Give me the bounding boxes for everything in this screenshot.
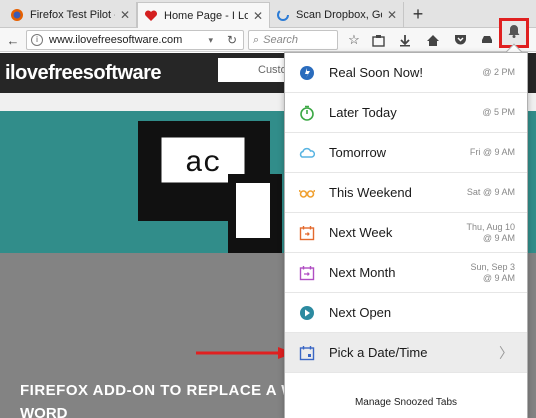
option-label: Tomorrow: [329, 145, 387, 160]
option-time: Sun, Sep 3 @ 9 AM: [470, 262, 515, 284]
calendar-next-month-icon: [299, 265, 315, 281]
option-label: Next Open: [329, 305, 392, 320]
time-line: Sat @ 9 AM: [466, 187, 515, 197]
calendar-pick-icon: [299, 345, 315, 361]
close-tab-icon[interactable]: ✕: [253, 9, 263, 23]
snooze-option-tomorrow[interactable]: Tomorrow Fri @ 9 AM: [285, 133, 527, 173]
article-title-line-2[interactable]: WORD: [20, 405, 68, 418]
tab-title: Scan Dropbox, Googl: [296, 9, 382, 21]
hero-letters: ac: [185, 147, 221, 181]
annotation-arrow: [196, 347, 294, 359]
option-time: @ 5 PM: [482, 107, 515, 118]
search-input[interactable]: ⌕ Search: [248, 30, 338, 50]
close-tab-icon[interactable]: ✕: [120, 8, 130, 22]
time-line: Fri @ 9 AM: [469, 147, 515, 157]
spinner-icon: [276, 8, 290, 22]
option-label: Pick a Date/Time: [329, 345, 428, 360]
time-line: @ 9 AM: [482, 272, 515, 283]
firefox-icon: [10, 8, 24, 22]
logo-part: free: [48, 62, 83, 84]
tab-firefox-test-pilot[interactable]: Firefox Test Pilot - Sn ✕: [4, 2, 137, 28]
site-logo[interactable]: ilovefreesoftware: [5, 62, 162, 85]
calendar-next-week-icon: [299, 225, 315, 241]
option-label: Later Today: [329, 105, 397, 120]
snooze-option-next-month[interactable]: Next Month Sun, Sep 3 @ 9 AM: [285, 253, 527, 293]
snooze-menu-panel: Real Soon Now! @ 2 PM Later Today @ 5 PM…: [284, 52, 528, 418]
clock-lightning-icon: [299, 65, 315, 81]
option-label: Real Soon Now!: [329, 65, 423, 80]
snooze-option-next-open[interactable]: Next Open: [285, 293, 527, 333]
snooze-bell-icon: [506, 23, 522, 44]
time-line: Thu, Aug 10: [466, 221, 515, 232]
option-time: @ 2 PM: [482, 67, 515, 78]
car-icon[interactable]: [478, 31, 496, 49]
sunglasses-icon: [298, 185, 316, 201]
next-open-icon: [299, 305, 315, 321]
reading-list-icon[interactable]: [369, 31, 387, 49]
option-label: Next Week: [329, 225, 393, 240]
dropdown-icon[interactable]: ▾: [208, 35, 213, 46]
back-arrow-icon[interactable]: ←: [4, 31, 22, 49]
option-time: Fri @ 9 AM: [470, 147, 515, 158]
search-placeholder: Search: [263, 34, 299, 46]
snooze-option-real-soon-now[interactable]: Real Soon Now! @ 2 PM: [285, 53, 527, 93]
option-label: This Weekend: [329, 185, 412, 200]
close-tab-icon[interactable]: ✕: [387, 8, 397, 22]
tab-home-page[interactable]: Home Page - I Love F ✕: [137, 2, 270, 28]
url-bar[interactable]: i www.ilovefreesoftware.com ▾ ↻: [26, 30, 244, 50]
stopwatch-icon: [299, 105, 315, 121]
time-line: Sun, Sep 3: [470, 261, 515, 272]
home-icon[interactable]: [424, 31, 442, 49]
tab-scan-dropbox[interactable]: Scan Dropbox, Googl ✕: [270, 2, 404, 28]
logo-part: ilove: [5, 62, 49, 84]
download-icon[interactable]: [396, 31, 414, 49]
bookmark-star-icon[interactable]: ☆: [345, 31, 363, 49]
manage-snoozed-tabs-link[interactable]: Manage Snoozed Tabs: [285, 386, 527, 418]
info-icon[interactable]: i: [31, 34, 43, 46]
heart-icon: [144, 9, 158, 23]
tab-title: Home Page - I Love F: [164, 9, 248, 22]
snooze-option-next-week[interactable]: Next Week Thu, Aug 10 @ 9 AM: [285, 213, 527, 253]
pocket-icon[interactable]: [451, 31, 469, 49]
navigation-bar: ← i www.ilovefreesoftware.com ▾ ↻ ⌕ Sear…: [0, 28, 536, 52]
new-tab-button[interactable]: +: [407, 3, 429, 25]
option-time: Thu, Aug 10 @ 9 AM: [466, 222, 515, 244]
time-line: @ 5 PM: [482, 107, 515, 117]
time-line: @ 9 AM: [482, 232, 515, 243]
reload-icon[interactable]: ↻: [227, 33, 237, 47]
time-line: @ 2 PM: [482, 67, 515, 77]
tab-title: Firefox Test Pilot - Sn: [30, 9, 115, 21]
cloud-sun-icon: [299, 145, 316, 161]
chevron-right-icon: 〉: [499, 344, 513, 361]
search-icon: ⌕: [253, 33, 260, 46]
url-text: www.ilovefreesoftware.com: [49, 34, 183, 46]
site-search-text: Custo: [258, 64, 287, 76]
snooze-option-pick-date-time[interactable]: Pick a Date/Time 〉: [285, 333, 527, 373]
option-label: Next Month: [329, 265, 396, 280]
snooze-option-this-weekend[interactable]: This Weekend Sat @ 9 AM: [285, 173, 527, 213]
logo-part: software: [82, 62, 162, 84]
tab-bar: Firefox Test Pilot - Sn ✕ Home Page - I …: [0, 0, 536, 28]
snooze-option-later-today[interactable]: Later Today @ 5 PM: [285, 93, 527, 133]
option-time: Sat @ 9 AM: [467, 187, 515, 198]
